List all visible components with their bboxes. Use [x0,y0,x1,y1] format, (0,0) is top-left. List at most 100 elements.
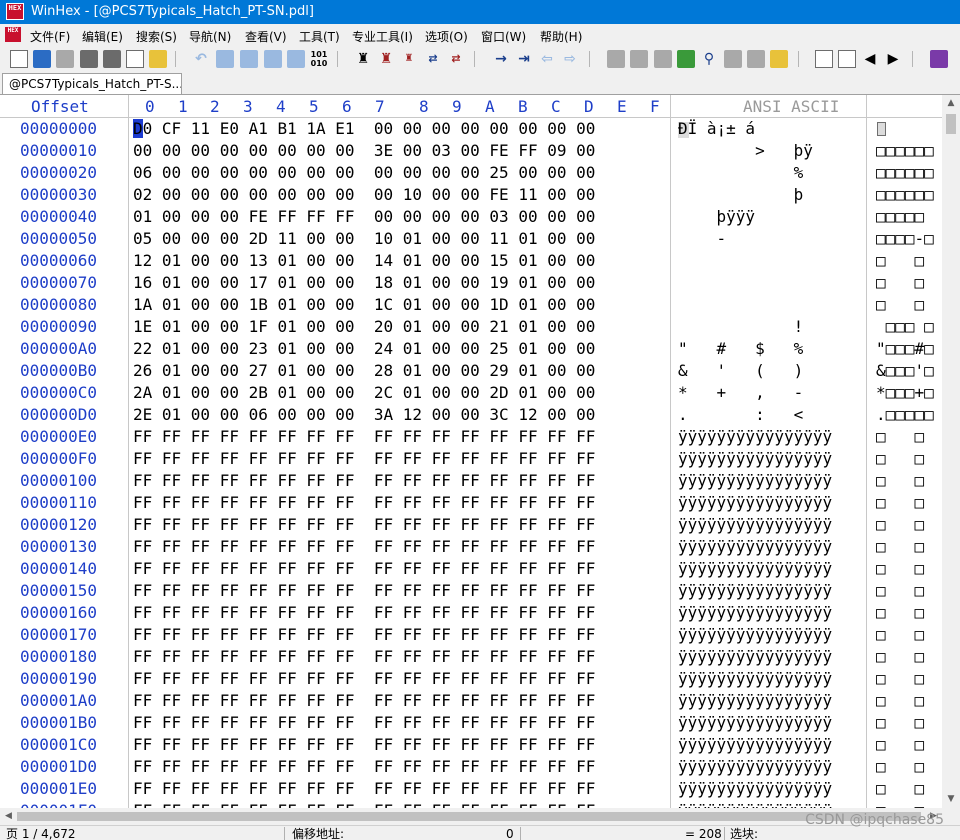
hex-row[interactable]: 00000120 FF FF FF FF FF FF FF FF FF FF FF… [0,514,942,536]
row-ansi-text[interactable]: ÿÿÿÿÿÿÿÿÿÿÿÿÿÿÿÿ [678,536,832,558]
row-ascii-text[interactable]: □□□□□□ [876,140,934,162]
menu-edit[interactable]: 编辑(E) [82,28,123,45]
row-ansi-text[interactable]: ÿÿÿÿÿÿÿÿÿÿÿÿÿÿÿÿ [678,800,832,808]
row-ascii-text[interactable]: □□□□□□ [876,184,934,206]
row-hex-bytes[interactable]: FF FF FF FF FF FF FF FF FF FF FF FF FF F… [133,580,595,602]
document-menu-icon[interactable]: HEX [5,27,21,42]
row-ascii-text[interactable]: □ □ [876,734,924,756]
hex-row[interactable]: 00000110 FF FF FF FF FF FF FF FF FF FF FF… [0,492,942,514]
row-ascii-text[interactable]: □ □ [876,470,924,492]
copy-icon[interactable] [216,50,234,68]
row-ansi-text[interactable]: ÿÿÿÿÿÿÿÿÿÿÿÿÿÿÿÿ [678,646,832,668]
row-ansi-text[interactable]: ÿÿÿÿÿÿÿÿÿÿÿÿÿÿÿÿ [678,734,832,756]
row-hex-bytes[interactable]: FF FF FF FF FF FF FF FF FF FF FF FF FF F… [133,602,595,624]
row-ansi-text[interactable]: ÿÿÿÿÿÿÿÿÿÿÿÿÿÿÿÿ [678,514,832,536]
properties-icon[interactable] [126,50,144,68]
row-ascii-text[interactable]: □ □ [876,558,924,580]
row-ansi-text[interactable]: ÿÿÿÿÿÿÿÿÿÿÿÿÿÿÿÿ [678,470,832,492]
row-ascii-text[interactable]: □ □ [876,294,924,316]
row-hex-bytes[interactable]: FF FF FF FF FF FF FF FF FF FF FF FF FF F… [133,712,595,734]
find-all-icon[interactable]: ♜ [377,50,395,68]
hex-row[interactable]: 00000020 06 00 00 00 00 00 00 00 00 00 00… [0,162,942,184]
row-ansi-text[interactable]: ÿÿÿÿÿÿÿÿÿÿÿÿÿÿÿÿ [678,712,832,734]
menu-file[interactable]: 文件(F) [30,28,70,45]
hex-row[interactable]: 000001E0 FF FF FF FF FF FF FF FF FF FF FF… [0,778,942,800]
row-hex-bytes[interactable]: 01 00 00 00 FE FF FF FF 00 00 00 00 03 0… [133,206,595,228]
row-ascii-text[interactable]: □ □ [876,778,924,800]
menu-help[interactable]: 帮助(H) [540,28,582,45]
row-ascii-text[interactable]: □ □ [876,712,924,734]
row-ascii-text[interactable]: □ □ [876,580,924,602]
row-ansi-text[interactable]: ÿÿÿÿÿÿÿÿÿÿÿÿÿÿÿÿ [678,426,832,448]
hex-row[interactable]: 000001F0 FF FF FF FF FF FF FF FF FF FF FF… [0,800,942,808]
row-hex-bytes[interactable]: FF FF FF FF FF FF FF FF FF FF FF FF FF F… [133,646,595,668]
row-hex-bytes[interactable]: 1A 01 00 00 1B 01 00 00 1C 01 00 00 1D 0… [133,294,595,316]
vertical-scrollbar[interactable]: ▲ ▼ [942,95,960,808]
row-ascii-text[interactable]: □ □ [876,602,924,624]
row-hex-bytes[interactable]: FF FF FF FF FF FF FF FF FF FF FF FF FF F… [133,624,595,646]
row-ascii-text[interactable]: □ □ [876,800,924,808]
row-hex-bytes[interactable]: 16 01 00 00 17 01 00 00 18 01 00 00 19 0… [133,272,595,294]
horizontal-scroll-thumb[interactable] [17,812,921,821]
row-hex-bytes[interactable]: FF FF FF FF FF FF FF FF FF FF FF FF FF F… [133,778,595,800]
hex-row[interactable]: 000000E0 FF FF FF FF FF FF FF FF FF FF FF… [0,426,942,448]
save-icon[interactable] [56,50,74,68]
row-hex-bytes[interactable]: 1E 01 00 00 1F 01 00 00 20 01 00 00 21 0… [133,316,595,338]
hex-row[interactable]: 000000D0 2E 01 00 00 06 00 00 00 3A 12 00… [0,404,942,426]
row-hex-bytes[interactable]: FF FF FF FF FF FF FF FF FF FF FF FF FF F… [133,756,595,778]
row-hex-bytes[interactable]: 2E 01 00 00 06 00 00 00 3A 12 00 00 3C 1… [133,404,595,426]
row-hex-bytes[interactable]: 00 00 00 00 00 00 00 00 3E 00 03 00 FE F… [133,140,595,162]
row-ascii-text[interactable]: □ □ [876,272,924,294]
hex-row[interactable]: 00000010 00 00 00 00 00 00 00 00 3E 00 03… [0,140,942,162]
tab-document[interactable]: @PCS7Typicals_Hatch_PT-S... [2,73,182,94]
row-ascii-text[interactable]: □ □ [876,536,924,558]
row-ansi-text[interactable]: ÐÏ à¡± á [678,118,755,140]
hex-row[interactable]: 000000B0 26 01 00 00 27 01 00 00 28 01 00… [0,360,942,382]
row-ascii-text[interactable]: □ □ [876,668,924,690]
row-ansi-text[interactable]: þ [678,184,804,206]
row-ansi-text[interactable]: þÿÿÿ [678,206,756,228]
hex-row[interactable]: 00000100 FF FF FF FF FF FF FF FF FF FF FF… [0,470,942,492]
open-file-icon[interactable] [33,50,51,68]
row-ascii-text[interactable]: □ □ [876,250,924,272]
hex-row[interactable]: 00000160 FF FF FF FF FF FF FF FF FF FF FF… [0,602,942,624]
search-disk-icon[interactable]: ⚲ [700,50,718,68]
row-ansi-text[interactable]: > þÿ [678,140,813,162]
row-ascii-text[interactable]: □ □ [876,492,924,514]
hex-row[interactable]: 000001C0 FF FF FF FF FF FF FF FF FF FF FF… [0,734,942,756]
prev-icon[interactable]: ◀ [861,50,879,68]
scroll-left-icon[interactable]: ◀ [0,808,17,825]
hex-row[interactable]: 00000080 1A 01 00 00 1B 01 00 00 1C 01 00… [0,294,942,316]
back-icon[interactable]: ⇦ [538,50,556,68]
disk-icon[interactable] [607,50,625,68]
goto-icon[interactable]: → [492,50,510,68]
ram-icon[interactable] [677,50,695,68]
upload-icon[interactable] [149,50,167,68]
row-ansi-text[interactable]: " # $ % [678,338,803,360]
hex-row[interactable]: 00000060 12 01 00 00 13 01 00 00 14 01 00… [0,250,942,272]
row-ansi-text[interactable]: ÿÿÿÿÿÿÿÿÿÿÿÿÿÿÿÿ [678,778,832,800]
hex-row[interactable]: 00000180 FF FF FF FF FF FF FF FF FF FF FF… [0,646,942,668]
hex-row[interactable]: 000000A0 22 01 00 00 23 01 00 00 24 01 00… [0,338,942,360]
row-ascii-text[interactable]: □ □ [876,624,924,646]
disk-image-icon[interactable] [630,50,648,68]
row-hex-bytes[interactable]: FF FF FF FF FF FF FF FF FF FF FF FF FF F… [133,514,595,536]
disk-tools-icon[interactable] [654,50,672,68]
menu-tools[interactable]: 工具(T) [299,28,340,45]
hex-row[interactable]: 00000050 05 00 00 00 2D 11 00 00 10 01 00… [0,228,942,250]
row-ansi-text[interactable]: ÿÿÿÿÿÿÿÿÿÿÿÿÿÿÿÿ [678,558,832,580]
row-hex-bytes[interactable]: FF FF FF FF FF FF FF FF FF FF FF FF FF F… [133,536,595,558]
row-ascii-text[interactable]: "□□□#□ [876,338,934,360]
table-icon[interactable] [838,50,856,68]
hex-row[interactable]: 00000030 02 00 00 00 00 00 00 00 00 10 00… [0,184,942,206]
row-hex-bytes[interactable]: D0 CF 11 E0 A1 B1 1A E1 00 00 00 00 00 0… [133,118,595,140]
hex-row[interactable]: 000000C0 2A 01 00 00 2B 01 00 00 2C 01 00… [0,382,942,404]
hex-row[interactable]: 000001D0 FF FF FF FF FF FF FF FF FF FF FF… [0,756,942,778]
row-ansi-text[interactable]: ÿÿÿÿÿÿÿÿÿÿÿÿÿÿÿÿ [678,602,832,624]
row-ascii-text[interactable]: □ □ [876,646,924,668]
row-hex-bytes[interactable]: FF FF FF FF FF FF FF FF FF FF FF FF FF F… [133,668,595,690]
vertical-scroll-thumb[interactable] [946,114,956,134]
row-ansi-text[interactable]: - [678,228,727,250]
row-ascii-text[interactable]: □□□□-□ [876,228,934,250]
hex-row[interactable]: 00000130 FF FF FF FF FF FF FF FF FF FF FF… [0,536,942,558]
